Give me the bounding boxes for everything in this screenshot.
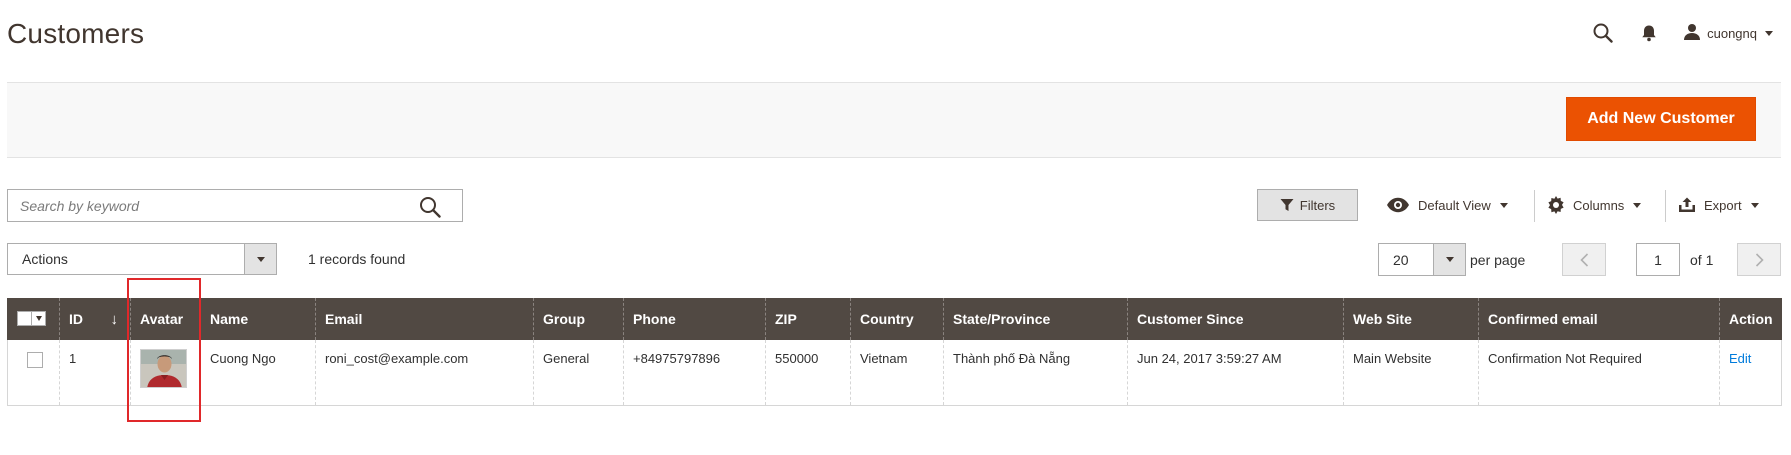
export-label: Export bbox=[1704, 197, 1742, 213]
page-title: Customers bbox=[7, 18, 145, 49]
column-header-country[interactable]: Country bbox=[850, 298, 944, 340]
table-header-row: ID ↓ Avatar Name Email Group Phone ZIP Co… bbox=[7, 298, 1782, 340]
toolbar-divider bbox=[1665, 190, 1666, 222]
column-header-phone[interactable]: Phone bbox=[623, 298, 766, 340]
column-header-name[interactable]: Name bbox=[200, 298, 316, 340]
customers-table: ID ↓ Avatar Name Email Group Phone ZIP Co… bbox=[7, 298, 1782, 406]
per-page-label: per page bbox=[1470, 252, 1526, 268]
mass-actions-select[interactable]: Actions bbox=[7, 243, 277, 275]
export-icon bbox=[1679, 197, 1695, 212]
search-box bbox=[7, 189, 463, 222]
column-header-action: Action bbox=[1719, 298, 1782, 340]
header-actions: cuongnq bbox=[1587, 18, 1773, 48]
column-header-select[interactable] bbox=[7, 298, 60, 340]
page-actions-bar: Add New Customer bbox=[7, 82, 1781, 158]
cell-confirmed-email: Confirmation Not Required bbox=[1478, 340, 1720, 406]
cell-avatar bbox=[130, 340, 201, 406]
next-page-button[interactable] bbox=[1737, 243, 1781, 276]
chevron-down-icon bbox=[1633, 202, 1642, 208]
chevron-right-icon bbox=[1755, 252, 1764, 267]
eye-icon bbox=[1387, 197, 1409, 213]
cell-state: Thành phố Đà Nẵng bbox=[943, 340, 1128, 406]
chevron-down-icon bbox=[244, 244, 276, 274]
filter-icon bbox=[1280, 199, 1294, 211]
records-found: 1 records found bbox=[308, 251, 406, 267]
column-header-avatar[interactable]: Avatar bbox=[130, 298, 201, 340]
page-number-input[interactable] bbox=[1636, 243, 1680, 276]
cell-phone: +84975797896 bbox=[623, 340, 766, 406]
bell-icon[interactable] bbox=[1633, 18, 1665, 48]
prev-page-button[interactable] bbox=[1562, 243, 1606, 276]
column-header-zip[interactable]: ZIP bbox=[765, 298, 851, 340]
gear-icon bbox=[1548, 196, 1564, 214]
table-row[interactable]: 1 Cuong Ngo roni_cost@example.com Genera… bbox=[7, 340, 1782, 406]
chevron-down-icon bbox=[1499, 202, 1508, 208]
cell-country: Vietnam bbox=[850, 340, 944, 406]
page-of-label: of 1 bbox=[1690, 252, 1714, 268]
chevron-left-icon bbox=[1579, 252, 1588, 267]
chevron-down-icon bbox=[1433, 244, 1465, 275]
avatar bbox=[140, 349, 187, 388]
sort-arrow-icon: ↓ bbox=[110, 310, 119, 328]
actions-label: Actions bbox=[22, 251, 68, 267]
per-page-select[interactable]: 20 bbox=[1378, 243, 1466, 276]
search-input[interactable] bbox=[8, 190, 408, 221]
cell-name: Cuong Ngo bbox=[200, 340, 316, 406]
username: cuongnq bbox=[1707, 25, 1757, 41]
column-header-customer-since[interactable]: Customer Since bbox=[1127, 298, 1344, 340]
column-header-id[interactable]: ID ↓ bbox=[59, 298, 131, 340]
default-view-dropdown[interactable]: Default View bbox=[1386, 189, 1508, 221]
column-header-confirmed-email[interactable]: Confirmed email bbox=[1478, 298, 1720, 340]
row-checkbox[interactable] bbox=[27, 352, 43, 368]
cell-email: roni_cost@example.com bbox=[315, 340, 534, 406]
edit-link[interactable]: Edit bbox=[1729, 351, 1751, 366]
row-select-cell bbox=[7, 340, 60, 406]
user-icon bbox=[1683, 23, 1701, 44]
column-header-state[interactable]: State/Province bbox=[943, 298, 1128, 340]
user-menu[interactable]: cuongnq bbox=[1683, 23, 1773, 44]
cell-group: General bbox=[533, 340, 624, 406]
chevron-down-icon bbox=[1765, 30, 1773, 36]
chevron-down-icon bbox=[1750, 202, 1759, 208]
column-header-website[interactable]: Web Site bbox=[1343, 298, 1479, 340]
columns-dropdown[interactable]: Columns bbox=[1547, 189, 1642, 221]
cell-customer-since: Jun 24, 2017 3:59:27 AM bbox=[1127, 340, 1344, 406]
cell-zip: 550000 bbox=[765, 340, 851, 406]
column-header-group[interactable]: Group bbox=[533, 298, 624, 340]
cell-website: Main Website bbox=[1343, 340, 1479, 406]
filters-button[interactable]: Filters bbox=[1257, 189, 1358, 221]
cell-action: Edit bbox=[1719, 340, 1782, 406]
column-header-email[interactable]: Email bbox=[315, 298, 534, 340]
filters-label: Filters bbox=[1299, 197, 1336, 213]
columns-label: Columns bbox=[1573, 197, 1625, 213]
export-dropdown[interactable]: Export bbox=[1678, 189, 1759, 221]
search-icon[interactable] bbox=[418, 195, 442, 219]
add-new-customer-button[interactable]: Add New Customer bbox=[1566, 97, 1756, 141]
per-page-value: 20 bbox=[1393, 252, 1409, 268]
toolbar-divider bbox=[1534, 190, 1535, 222]
default-view-label: Default View bbox=[1418, 197, 1491, 213]
cell-id: 1 bbox=[59, 340, 131, 406]
search-icon[interactable] bbox=[1587, 18, 1619, 48]
mass-select-checkbox[interactable] bbox=[17, 310, 46, 326]
